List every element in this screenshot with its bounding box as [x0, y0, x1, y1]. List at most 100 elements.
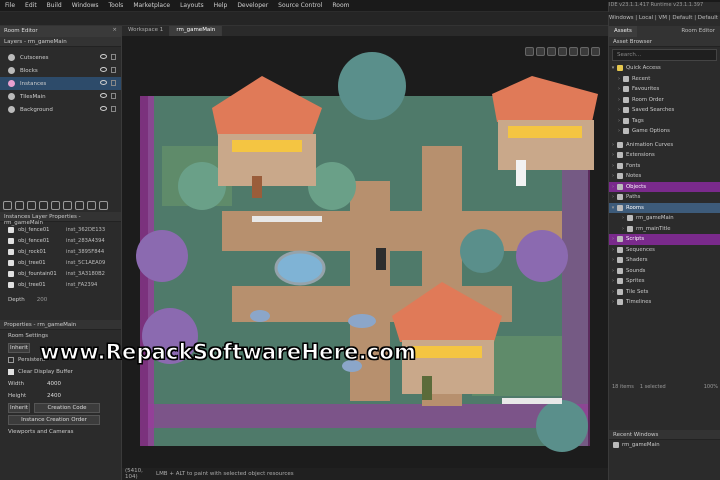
instance-row[interactable]: obj_fountain01 inst_3A3180B2 — [0, 268, 121, 279]
quick-item-label: Saved Searches — [632, 107, 675, 114]
eye-icon[interactable] — [100, 106, 107, 111]
add-folder-icon[interactable] — [51, 200, 60, 210]
group-animation-curves[interactable]: › Animation Curves — [609, 140, 720, 151]
properties-header: Properties - rm_gameMain — [0, 320, 121, 330]
eye-icon[interactable] — [100, 54, 107, 59]
lock-icon[interactable] — [111, 106, 116, 112]
instance-checkbox[interactable] — [8, 259, 14, 266]
layer-tilesmain[interactable]: TilesMain — [0, 90, 121, 103]
asset-search-input[interactable]: Search... — [612, 49, 717, 61]
menu-tools[interactable]: Tools — [104, 2, 129, 9]
close-icon[interactable]: × — [112, 27, 117, 33]
lock-icon[interactable] — [111, 54, 116, 60]
menu-build[interactable]: Build — [42, 2, 67, 9]
eye-icon[interactable] — [100, 93, 107, 98]
tab-assets[interactable]: Assets — [609, 26, 637, 37]
instance-row[interactable]: obj_tree01 inst_FA2394 — [0, 279, 121, 290]
room-item-rm-gamemain[interactable]: › rm_gameMain — [609, 213, 720, 224]
instance-row[interactable]: obj_tree01 inst_5C1AEA09 — [0, 257, 121, 268]
instance-checkbox[interactable] — [8, 270, 14, 277]
tab-workspace-1[interactable]: Workspace 1 — [122, 26, 171, 36]
filter-icon[interactable] — [75, 200, 84, 210]
instance-checkbox[interactable] — [8, 281, 14, 288]
menu-edit[interactable]: Edit — [20, 2, 42, 9]
menu-help[interactable]: Help — [209, 2, 233, 9]
tab-rm-gamemain[interactable]: rm_gameMain — [170, 26, 223, 36]
star-icon — [617, 65, 623, 72]
viewports-row[interactable]: Viewports and Cameras — [0, 426, 121, 438]
instance-creation-order-button[interactable]: Instance Creation Order — [8, 415, 100, 425]
group-sprites[interactable]: › Sprites — [609, 276, 720, 287]
room-canvas[interactable]: Workspace 1 rm_gameMain (5410, 104) LMB … — [122, 26, 608, 480]
brush-icon[interactable] — [63, 200, 72, 210]
menu-marketplace[interactable]: Marketplace — [128, 2, 175, 9]
group-tile-sets[interactable]: › Tile Sets — [609, 287, 720, 298]
group-notes[interactable]: › Notes — [609, 171, 720, 182]
group-objects[interactable]: › Objects — [609, 181, 720, 192]
height-field[interactable]: 2400 — [47, 393, 61, 399]
inherit-code-button[interactable]: Inherit — [8, 403, 30, 413]
recent-window-item[interactable]: rm_gameMain — [609, 440, 720, 451]
quick-item-favourites[interactable]: › Favourites — [609, 84, 720, 95]
quick-item-tags[interactable]: › Tags — [609, 116, 720, 127]
add-layer-icon[interactable] — [3, 200, 12, 210]
menu-room[interactable]: Room — [327, 2, 354, 9]
instance-checkbox[interactable] — [8, 226, 14, 233]
clock-icon — [623, 75, 629, 82]
layer-cutscenes[interactable]: Cutscenes — [0, 51, 121, 64]
tree — [516, 230, 568, 282]
menu-windows[interactable]: Windows — [67, 2, 104, 9]
group-shaders[interactable]: › Shaders — [609, 255, 720, 266]
lock-icon[interactable] — [111, 93, 116, 99]
instance-checkbox[interactable] — [8, 248, 14, 255]
quick-item-saved-searches[interactable]: › Saved Searches — [609, 105, 720, 116]
menu-layouts[interactable]: Layouts — [175, 2, 209, 9]
group-timelines[interactable]: › Timelines — [609, 297, 720, 308]
layer-blocks[interactable]: Blocks — [0, 64, 121, 77]
group-extensions[interactable]: › Extensions — [609, 150, 720, 161]
chevron-down-icon[interactable]: ▾ — [609, 65, 617, 71]
room-icon — [627, 215, 633, 222]
inherit-button[interactable]: Inherit — [8, 343, 30, 353]
add-tile-layer-icon[interactable] — [15, 200, 24, 210]
persistent-checkbox[interactable] — [8, 357, 14, 363]
width-field[interactable]: 4000 — [47, 381, 61, 387]
group-fonts[interactable]: › Fonts — [609, 161, 720, 172]
clear-display-row[interactable]: Clear Display Buffer — [0, 366, 121, 378]
menu-file[interactable]: File — [0, 2, 20, 9]
quick-access-folder[interactable]: ▾ Quick Access — [609, 63, 720, 74]
creation-code-button[interactable]: Creation Code — [34, 403, 100, 413]
menu-source-control[interactable]: Source Control — [273, 2, 327, 9]
instance-id: inst_5C1AEA09 — [66, 259, 106, 266]
width-label: Width — [8, 381, 24, 387]
group-sequences[interactable]: › Sequences — [609, 245, 720, 256]
layer-label: Background — [20, 106, 53, 113]
menu-developer[interactable]: Developer — [232, 2, 273, 9]
add-path-layer-icon[interactable] — [27, 200, 36, 210]
tab-room-editor[interactable]: Room Editor — [676, 26, 720, 37]
layer-background[interactable]: Background — [0, 103, 121, 116]
delete-icon[interactable] — [99, 200, 108, 210]
lock-icon[interactable] — [111, 80, 116, 86]
instance-checkbox[interactable] — [8, 237, 14, 244]
group-rooms[interactable]: ▾ Rooms — [609, 202, 720, 213]
eye-icon[interactable] — [100, 67, 107, 72]
group-scripts[interactable]: › Scripts — [609, 234, 720, 245]
instance-row[interactable]: obj_rock01 inst_3895F844 — [0, 246, 121, 257]
layer-instances[interactable]: Instances — [0, 77, 121, 90]
instance-row[interactable]: obj_fence01 inst_283A4394 — [0, 235, 121, 246]
room-item-rm-maintitle[interactable]: › rm_mainTitle — [609, 224, 720, 235]
eye-icon[interactable] — [100, 80, 107, 85]
quick-item-game-options[interactable]: › Game Options — [609, 126, 720, 137]
clear-display-checkbox[interactable] — [8, 369, 14, 375]
quick-item-room-order[interactable]: › Room Order — [609, 95, 720, 106]
group-paths[interactable]: › Paths — [609, 192, 720, 203]
add-asset-layer-icon[interactable] — [39, 200, 48, 210]
lock-icon[interactable] — [111, 67, 116, 73]
zoom-level[interactable]: 100% — [704, 384, 718, 390]
group-sounds[interactable]: › Sounds — [609, 266, 720, 277]
quick-item-recent[interactable]: › Recent — [609, 74, 720, 85]
height-label: Height — [8, 393, 27, 399]
depth-field[interactable]: 200 — [37, 297, 48, 303]
copy-icon[interactable] — [87, 200, 96, 210]
